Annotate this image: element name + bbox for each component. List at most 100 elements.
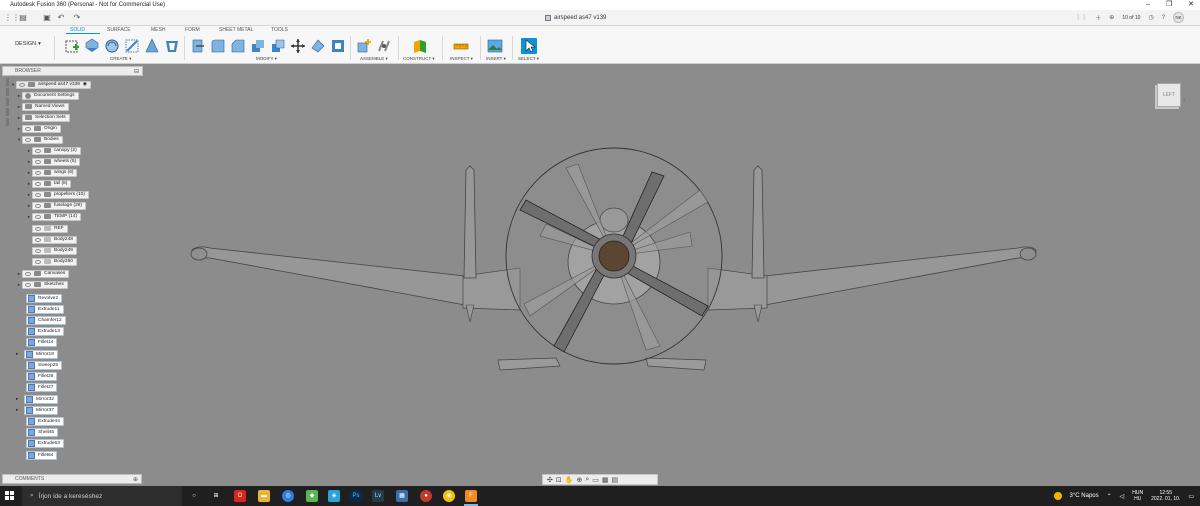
- shell-icon[interactable]: [250, 38, 266, 54]
- measure-icon[interactable]: [453, 38, 469, 54]
- timeline-feature[interactable]: ▸ Mirror18: [16, 349, 58, 359]
- eye-icon[interactable]: [35, 181, 41, 186]
- chrome-icon[interactable]: ◉: [443, 490, 455, 502]
- eye-icon[interactable]: [35, 248, 41, 253]
- eye-icon[interactable]: [19, 82, 25, 87]
- eye-icon[interactable]: [35, 203, 41, 208]
- browser-item[interactable]: ▸ Document Settings: [16, 91, 79, 100]
- joint-icon[interactable]: [376, 38, 392, 54]
- construct-group-label[interactable]: CONSTRUCT ▾: [403, 56, 435, 62]
- timeline-feature[interactable]: Extrude11: [26, 304, 64, 314]
- browser-item[interactable]: ▸ wings (6): [26, 168, 78, 177]
- timeline-feature[interactable]: Revolve2: [26, 293, 62, 303]
- comments-panel[interactable]: COMMENTS ⊕: [2, 474, 142, 484]
- tab-tools[interactable]: TOOLS: [271, 27, 288, 33]
- new-tab-icon[interactable]: ＋: [1095, 13, 1101, 22]
- browser-root[interactable]: ▾ airspeed as47 v139 ◉: [10, 80, 92, 89]
- notifications-icon[interactable]: ◷: [1148, 14, 1153, 21]
- timeline-feature[interactable]: Sweep25: [26, 360, 63, 370]
- app-icon[interactable]: Lv: [372, 490, 384, 502]
- browser-item[interactable]: ▸ Selection Sets: [16, 113, 70, 122]
- orbit-icon[interactable]: ✣: [547, 476, 553, 484]
- browser-item[interactable]: ▸ propellers (10): [26, 190, 89, 199]
- document-tab[interactable]: airspeed as47 v139: [545, 12, 606, 24]
- canvas-viewport[interactable]: [0, 64, 1200, 485]
- select-cursor-icon[interactable]: [521, 38, 537, 54]
- browser-panel-header[interactable]: BROWSER ⊟: [2, 66, 143, 76]
- pan-icon[interactable]: ✋: [565, 476, 574, 484]
- caret-right-icon[interactable]: ▸: [16, 396, 24, 402]
- app-grid-icon[interactable]: ⋮⋮: [4, 13, 20, 23]
- opera-icon[interactable]: O: [234, 490, 246, 502]
- job-status[interactable]: 10 of 10: [1122, 15, 1140, 21]
- eye-icon[interactable]: [35, 148, 41, 153]
- extrude-icon[interactable]: [84, 38, 100, 54]
- workspace-switcher[interactable]: DESIGN ▾: [10, 37, 46, 51]
- browser-item[interactable]: ▸ Origin: [16, 124, 61, 133]
- eye-icon[interactable]: [35, 226, 41, 231]
- split-body-icon[interactable]: [330, 38, 346, 54]
- create-sketch-icon[interactable]: [64, 38, 80, 54]
- weather-text[interactable]: 3°C Napos: [1070, 493, 1099, 499]
- eye-icon[interactable]: [35, 192, 41, 197]
- add-comment-icon[interactable]: ⊕: [133, 476, 138, 483]
- notifications-icon[interactable]: ▭: [1188, 493, 1194, 500]
- loft-icon[interactable]: [144, 38, 160, 54]
- inspect-group-label[interactable]: INSPECT ▾: [450, 56, 473, 62]
- display-settings-icon[interactable]: ▭: [592, 476, 599, 484]
- fillet-icon[interactable]: [210, 38, 226, 54]
- radio-active-icon[interactable]: ◉: [83, 82, 87, 87]
- revolve-icon[interactable]: [104, 38, 120, 54]
- fusion-360-icon[interactable]: F: [465, 490, 477, 502]
- extensions-icon[interactable]: ⊕: [1109, 14, 1114, 21]
- press-pull-icon[interactable]: [190, 38, 206, 54]
- caret-right-icon[interactable]: ▸: [16, 351, 24, 357]
- help-icon[interactable]: ?: [1162, 15, 1165, 21]
- eye-icon[interactable]: [35, 259, 41, 264]
- eye-icon[interactable]: [25, 271, 31, 276]
- close-button[interactable]: ✕: [1188, 0, 1194, 10]
- browser-item[interactable]: ▸ tail (8): [26, 179, 72, 188]
- undo-icon[interactable]: ↶: [56, 13, 66, 23]
- browser-item[interactable]: ▸ TEMP (14): [26, 212, 82, 221]
- eye-icon[interactable]: [35, 159, 41, 164]
- browser-item[interactable]: ▸ wheels (5): [26, 157, 81, 166]
- look-at-icon[interactable]: ⊡: [556, 476, 562, 484]
- redo-icon[interactable]: ↷: [72, 13, 82, 23]
- timeline-feature[interactable]: Extrude44: [26, 416, 64, 426]
- minimize-button[interactable]: –: [1146, 0, 1150, 10]
- browser-item[interactable]: Body248: [32, 235, 77, 244]
- select-group-label[interactable]: SELECT ▾: [518, 56, 539, 62]
- timeline-feature[interactable]: Fillet26: [26, 371, 58, 381]
- eye-icon[interactable]: [25, 137, 31, 142]
- windows-start-icon[interactable]: [5, 491, 15, 501]
- timeline-feature[interactable]: ▸ Mirror37: [16, 405, 58, 415]
- create-group-label[interactable]: CREATE ▾: [110, 56, 131, 62]
- eye-icon[interactable]: [25, 126, 31, 131]
- file-explorer-icon[interactable]: ▬: [258, 490, 270, 502]
- eye-icon[interactable]: [35, 237, 41, 242]
- offset-plane-icon[interactable]: [412, 38, 428, 54]
- save-icon[interactable]: ▣: [42, 13, 52, 23]
- browser-item[interactable]: ▸ Canvases: [16, 269, 70, 278]
- app-icon[interactable]: ◈: [328, 490, 340, 502]
- photoshop-icon[interactable]: Ps: [350, 490, 362, 502]
- timeline-feature[interactable]: Shell45: [26, 427, 59, 437]
- avatar[interactable]: NK: [1173, 12, 1184, 23]
- file-menu-icon[interactable]: ▤: [18, 13, 28, 23]
- sweep-icon[interactable]: [124, 38, 140, 54]
- task-view-icon[interactable]: ⊞: [210, 490, 222, 502]
- tab-form[interactable]: FORM: [185, 27, 200, 33]
- grid-settings-icon[interactable]: ▦: [602, 476, 609, 484]
- eye-icon[interactable]: [35, 214, 41, 219]
- timeline-feature[interactable]: Fillet64: [26, 450, 58, 460]
- tab-surface[interactable]: SURFACE: [107, 27, 131, 33]
- browser-item[interactable]: Body250: [32, 257, 77, 266]
- tab-list-icon[interactable]: ⋮⋮: [1075, 14, 1087, 21]
- app-icon[interactable]: ●: [420, 490, 432, 502]
- browser-item[interactable]: ▾ Bodies: [16, 135, 63, 144]
- timeline-feature[interactable]: Extrude63: [26, 438, 64, 448]
- chamfer-icon[interactable]: [230, 38, 246, 54]
- airplane-model[interactable]: [0, 64, 1200, 485]
- browser-item[interactable]: ▸ fuselage (29): [26, 201, 86, 210]
